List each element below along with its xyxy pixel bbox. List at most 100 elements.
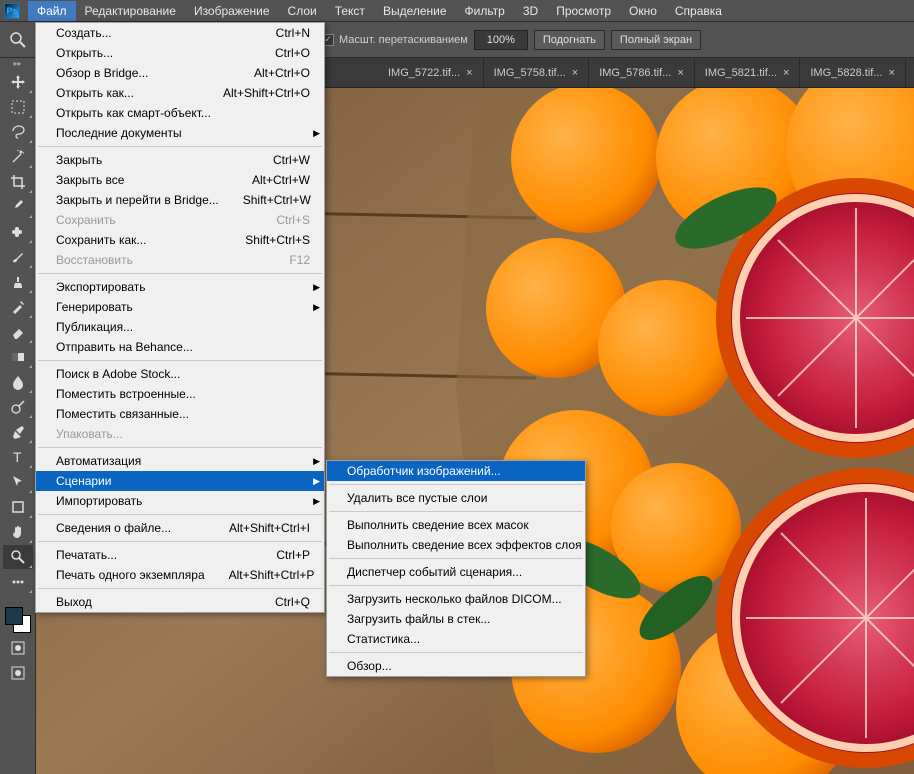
close-icon[interactable]: × [572, 67, 578, 79]
menu-редактирование[interactable]: Редактирование [76, 1, 185, 21]
scripts-menu-item[interactable]: Выполнить сведение всех эффектов слоя [327, 535, 585, 555]
menu-item-label: Закрыть [56, 153, 102, 167]
scripts-menu-item[interactable]: Загрузить несколько файлов DICOM... [327, 589, 585, 609]
file-menu-item[interactable]: ВыходCtrl+Q [36, 592, 324, 612]
document-tab[interactable]: IMG_5821.tif...× [695, 58, 801, 87]
menu-выделение[interactable]: Выделение [374, 1, 456, 21]
tool-screen-mode[interactable] [3, 661, 33, 685]
tool-eyedropper[interactable] [3, 195, 33, 219]
tool-pen[interactable] [3, 420, 33, 444]
tool-type[interactable]: T [3, 445, 33, 469]
file-menu-item[interactable]: Публикация... [36, 317, 324, 337]
scripts-menu-item[interactable]: Обзор... [327, 656, 585, 676]
file-menu: Создать...Ctrl+NОткрыть...Ctrl+OОбзор в … [35, 22, 325, 613]
document-tab[interactable]: IMG_5758.tif... × [484, 58, 590, 87]
file-menu-item[interactable]: Отправить на Behance... [36, 337, 324, 357]
tool-move[interactable] [3, 70, 33, 94]
menu-shortcut: Ctrl+W [273, 153, 310, 167]
menu-слои[interactable]: Слои [279, 1, 326, 21]
file-menu-item[interactable]: Обзор в Bridge...Alt+Ctrl+O [36, 63, 324, 83]
file-menu-item[interactable]: Печатать...Ctrl+P [36, 545, 324, 565]
file-menu-item[interactable]: Сценарии▶ [36, 471, 324, 491]
menu-item-label: Закрыть все [56, 173, 124, 187]
tool-history-brush[interactable] [3, 295, 33, 319]
file-menu-item[interactable]: Закрыть всеAlt+Ctrl+W [36, 170, 324, 190]
menu-shortcut: F12 [289, 253, 310, 267]
tab-label: IMG_5758.tif... [494, 67, 566, 79]
file-menu-item[interactable]: Сохранить как...Shift+Ctrl+S [36, 230, 324, 250]
tool-lasso[interactable] [3, 120, 33, 144]
close-icon[interactable]: × [783, 67, 789, 79]
document-tab[interactable]: IMG_5786.tif... × [589, 58, 695, 87]
zoom-tool-icon[interactable] [6, 28, 30, 52]
file-menu-item[interactable]: Закрыть Ctrl+W [36, 150, 324, 170]
scripts-menu-item[interactable]: Диспетчер событий сценария... [327, 562, 585, 582]
menu-shortcut: Ctrl+S [276, 213, 310, 227]
document-tab[interactable]: IMG_5722.tif...× [378, 58, 484, 87]
menu-shortcut: Ctrl+N [276, 26, 310, 40]
tool-crop[interactable] [3, 170, 33, 194]
close-icon[interactable]: × [677, 67, 683, 79]
fullscreen-button[interactable]: Полный экран [611, 30, 701, 50]
menu-просмотр[interactable]: Просмотр [547, 1, 620, 21]
menu-item-label: Диспетчер событий сценария... [347, 565, 522, 579]
tool-spot-heal[interactable] [3, 220, 33, 244]
tool-brush[interactable] [3, 245, 33, 269]
tool-quick-mask[interactable] [3, 636, 33, 660]
menu-текст[interactable]: Текст [326, 1, 374, 21]
file-menu-item[interactable]: Открыть...Ctrl+O [36, 43, 324, 63]
file-menu-item[interactable]: Поместить связанные... [36, 404, 324, 424]
file-menu-item[interactable]: Автоматизация▶ [36, 451, 324, 471]
document-tab[interactable]: IMG_5828.tif...× [800, 58, 906, 87]
scripts-menu-item[interactable]: Статистика... [327, 629, 585, 649]
tool-blur[interactable] [3, 370, 33, 394]
menu-item-label: Выполнить сведение всех масок [347, 518, 529, 532]
menu-файл[interactable]: Файл [28, 1, 76, 21]
file-menu-item[interactable]: Сведения о файле...Alt+Shift+Ctrl+I [36, 518, 324, 538]
menu-изображение[interactable]: Изображение [185, 1, 279, 21]
scripts-menu-item[interactable]: Загрузить файлы в стек... [327, 609, 585, 629]
submenu-arrow-icon: ▶ [313, 456, 320, 467]
close-icon[interactable]: × [889, 67, 895, 79]
scripts-submenu: Обработчик изображений... Удалить все пус… [326, 460, 586, 677]
tool-gradient[interactable] [3, 345, 33, 369]
file-menu-item[interactable]: Импортировать▶ [36, 491, 324, 511]
tool-eraser[interactable] [3, 320, 33, 344]
tool-hand[interactable] [3, 520, 33, 544]
file-menu-item[interactable]: Печать одного экземпляраAlt+Shift+Ctrl+P [36, 565, 324, 585]
file-menu-item[interactable]: Экспортировать▶ [36, 277, 324, 297]
file-menu-item[interactable]: Генерировать▶ [36, 297, 324, 317]
tool-zoom[interactable] [3, 545, 33, 569]
menu-фильтр[interactable]: Фильтр [456, 1, 514, 21]
close-icon[interactable]: × [466, 67, 472, 79]
menu-item-label: Сведения о файле... [56, 521, 171, 535]
tool-clone-stamp[interactable] [3, 270, 33, 294]
tool-path-select[interactable] [3, 470, 33, 494]
file-menu-item[interactable]: Поиск в Adobe Stock... [36, 364, 324, 384]
menu-справка[interactable]: Справка [666, 1, 731, 21]
tool-more[interactable] [3, 570, 33, 594]
tool-dodge[interactable] [3, 395, 33, 419]
scale-drag-checkbox[interactable]: ✓ Масшт. перетаскиванием [322, 34, 468, 46]
tool-marquee[interactable] [3, 95, 33, 119]
tab-label: IMG_5786.tif... [599, 67, 671, 79]
menu-item-label: Импортировать [56, 494, 142, 508]
file-menu-item[interactable]: Закрыть и перейти в Bridge...Shift+Ctrl+… [36, 190, 324, 210]
scripts-menu-item[interactable]: Выполнить сведение всех масок [327, 515, 585, 535]
scripts-menu-item[interactable]: Обработчик изображений... [327, 461, 585, 481]
file-menu-item[interactable]: Создать...Ctrl+N [36, 23, 324, 43]
zoom-input[interactable]: 100% [474, 30, 528, 50]
file-menu-item[interactable]: Открыть как смарт-объект... [36, 103, 324, 123]
fit-button[interactable]: Подогнать [534, 30, 605, 50]
tool-magic-wand[interactable] [3, 145, 33, 169]
collapse-tools-icon[interactable]: ▸▸ [0, 58, 35, 68]
menu-окно[interactable]: Окно [620, 1, 666, 21]
menu-3d[interactable]: 3D [514, 1, 547, 21]
file-menu-item[interactable]: Последние документы▶ [36, 123, 324, 143]
scripts-menu-item[interactable]: Удалить все пустые слои [327, 488, 585, 508]
tool-shape[interactable] [3, 495, 33, 519]
menu-item-label: Открыть как... [56, 86, 134, 100]
file-menu-item[interactable]: Поместить встроенные... [36, 384, 324, 404]
file-menu-item[interactable]: Открыть как...Alt+Shift+Ctrl+O [36, 83, 324, 103]
color-swatches[interactable] [3, 605, 33, 635]
